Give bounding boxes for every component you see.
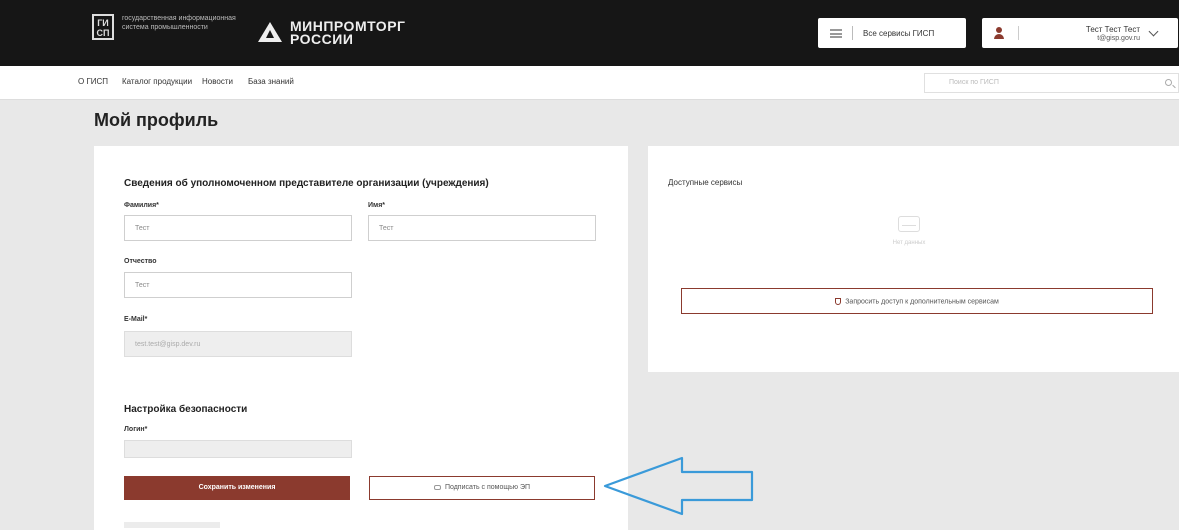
empty-box-icon — [898, 216, 920, 232]
nav-item-about[interactable]: О ГИСП — [78, 77, 108, 86]
gisp-logo[interactable]: ГИ СП — [92, 14, 114, 40]
user-icon — [994, 27, 1004, 39]
email-label: E-Mail* — [124, 316, 148, 323]
user-name: Тест Тест Тест — [1085, 25, 1140, 34]
user-email: t@gisp.gov.ru — [1097, 35, 1140, 42]
nav-item-knowledge-base[interactable]: База знаний — [248, 77, 294, 86]
request-access-button[interactable]: Запросить доступ к дополнительным сервис… — [681, 288, 1153, 314]
search-input[interactable]: Поиск по ГИСП — [924, 73, 1179, 93]
sign-with-eds-button[interactable]: Подписать с помощью ЭП — [369, 476, 595, 500]
search-placeholder: Поиск по ГИСП — [949, 79, 999, 86]
name-label: Имя* — [368, 202, 386, 209]
ministry-logo-text: МИНПРОМТОРГ РОССИИ — [290, 18, 406, 47]
empty-state-text: Нет данных — [892, 240, 926, 246]
menu-icon — [830, 28, 842, 38]
divider — [1018, 26, 1019, 40]
user-info: Тест Тест Тест t@gisp.gov.ru — [1052, 25, 1140, 43]
patronymic-field[interactable]: Тест — [124, 272, 352, 298]
nav-item-news[interactable]: Новости — [202, 77, 233, 86]
chevron-down-icon — [1148, 26, 1159, 37]
nav-item-catalog[interactable]: Каталог продукции — [122, 77, 192, 86]
gisp-logo-text: государственная информационная система п… — [122, 15, 236, 31]
login-label: Логин* — [124, 426, 148, 433]
main-navigation: О ГИСП Каталог продукции Новости База зн… — [0, 66, 1179, 100]
all-services-button[interactable]: Все сервисы ГИСП — [818, 18, 966, 48]
search-icon[interactable] — [1165, 79, 1172, 86]
divider — [852, 26, 853, 40]
annotation-arrow-icon — [603, 456, 754, 516]
patronymic-label: Отчество — [124, 258, 157, 265]
profile-card: Сведения об уполномоченном представителе… — [94, 146, 628, 530]
next-section-title — [124, 522, 220, 528]
sign-with-eds-label: Подписать с помощью ЭП — [444, 484, 531, 491]
email-field[interactable]: test.test@gisp.dev.ru — [124, 331, 352, 357]
request-access-label: Запросить доступ к дополнительным сервис… — [845, 298, 999, 306]
available-services-card: Доступные сервисы Нет данных Запросить д… — [648, 146, 1179, 372]
ministry-logo-icon[interactable] — [258, 22, 282, 42]
user-menu-button[interactable]: Тест Тест Тест t@gisp.gov.ru — [982, 18, 1178, 48]
security-section-title: Настройка безопасности — [124, 404, 248, 415]
top-header: ГИ СП государственная информационная сист… — [0, 0, 1179, 66]
available-services-title: Доступные сервисы — [668, 178, 743, 187]
page-title: Мой профиль — [94, 110, 219, 130]
all-services-label: Все сервисы ГИСП — [863, 28, 935, 38]
key-icon — [433, 484, 441, 490]
representative-section-title: Сведения об уполномоченном представителе… — [124, 178, 489, 189]
shield-icon — [835, 298, 842, 305]
save-button[interactable]: Сохранить изменения — [124, 476, 350, 500]
surname-field[interactable]: Тест — [124, 215, 352, 241]
surname-label: Фамилия* — [124, 202, 159, 209]
name-field[interactable]: Тест — [368, 215, 596, 241]
login-field[interactable] — [124, 440, 352, 458]
